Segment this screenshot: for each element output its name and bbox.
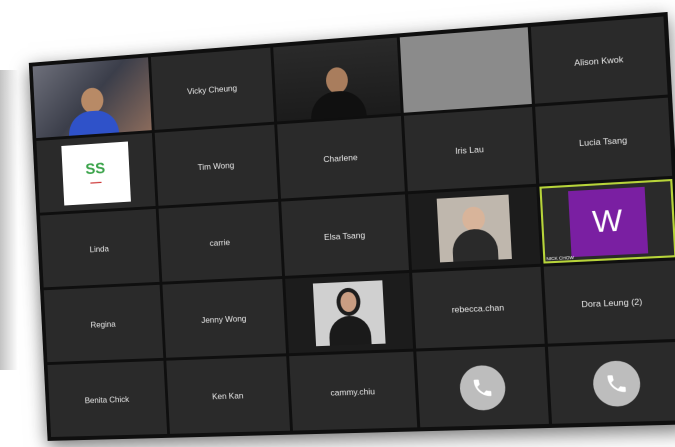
phone-icon	[458, 364, 506, 411]
participant-tile-nick-active[interactable]: W NICK CHOW	[539, 178, 675, 264]
participant-tile-phone-1[interactable]	[416, 346, 549, 428]
participant-tile-jenny[interactable]: Jenny Wong	[162, 278, 287, 358]
participant-tile-video-1[interactable]	[32, 57, 152, 139]
participant-tile-linda[interactable]: Linda	[40, 208, 160, 288]
participant-video-person	[308, 61, 367, 120]
participant-name: rebecca.chan	[451, 301, 505, 315]
participant-head	[80, 87, 104, 114]
participant-tile-elsa[interactable]: Elsa Tsang	[281, 194, 409, 276]
participant-name: Vicky Cheung	[186, 82, 238, 96]
participant-body	[451, 227, 499, 263]
participant-body	[327, 315, 372, 347]
participant-name: Linda	[89, 243, 110, 254]
participant-tile-video-off[interactable]	[399, 27, 532, 113]
participant-head	[461, 206, 486, 232]
participant-name: Elsa Tsang	[323, 229, 366, 242]
phone-icon-glyph	[606, 374, 626, 392]
participant-tile-rebecca[interactable]: rebecca.chan	[412, 266, 545, 349]
phone-icon	[591, 359, 641, 407]
participant-tile-video-2[interactable]	[273, 37, 401, 122]
participant-tile-lucia[interactable]: Lucia Tsang	[535, 97, 673, 184]
participant-tile-ken[interactable]: Ken Kan	[166, 356, 291, 434]
participant-tile-logo[interactable]: SS ▬▬▬	[36, 133, 156, 213]
participant-tile-video-3[interactable]	[408, 186, 541, 270]
participant-tile-dora[interactable]: Dora Leung (2)	[543, 260, 675, 344]
participant-tile-vicky[interactable]: Vicky Cheung	[150, 47, 275, 130]
participant-name: Ken Kan	[211, 389, 244, 401]
participant-video-person	[65, 80, 119, 136]
participant-tile-alison[interactable]: Alison Kwok	[530, 16, 668, 104]
participant-name: Lucia Tsang	[578, 134, 628, 148]
video-grid: Vicky Cheung Alison Kwok SS ▬▬▬ Tim Wong…	[28, 11, 675, 441]
photo-frame-background: Vicky Cheung Alison Kwok SS ▬▬▬ Tim Wong…	[0, 0, 675, 447]
phone-icon-glyph	[473, 378, 491, 397]
participant-name: Alison Kwok	[573, 53, 624, 68]
participant-name: cammy.chiu	[330, 385, 376, 398]
participant-tile-regina[interactable]: Regina	[43, 284, 164, 363]
participant-name: Regina	[90, 318, 116, 330]
participant-name: Iris Lau	[454, 143, 484, 156]
participant-name: Jenny Wong	[200, 312, 247, 325]
participant-name-label: NICK CHOW	[546, 254, 575, 262]
participant-tile-charlene[interactable]: Charlene	[277, 115, 405, 199]
organization-logo: SS ▬▬▬	[60, 141, 131, 206]
participant-body	[309, 89, 367, 120]
participant-name: carrie	[209, 236, 231, 248]
avatar: W	[567, 186, 648, 257]
participant-photo	[312, 280, 386, 347]
screen-shadow-edge	[0, 70, 18, 370]
participant-name: Dora Leung (2)	[581, 295, 643, 309]
participant-name: Charlene	[323, 151, 358, 164]
participant-tile-carrie[interactable]: carrie	[158, 201, 283, 282]
logo-wordmark: ▬▬▬	[90, 179, 102, 185]
participant-photo	[436, 194, 512, 263]
participant-tile-tim[interactable]: Tim Wong	[154, 124, 279, 206]
logo-mark-icon: SS	[85, 160, 106, 179]
participant-name: Benita Chick	[84, 393, 130, 405]
participant-tile-phone-2[interactable]	[547, 341, 675, 424]
participant-name: Tim Wong	[197, 159, 235, 172]
participant-tile-benita[interactable]: Benita Chick	[47, 360, 168, 438]
participant-head	[324, 66, 349, 95]
participant-tile-iris[interactable]: Iris Lau	[403, 106, 537, 192]
participant-body	[67, 109, 119, 136]
participant-tile-video-4[interactable]	[285, 273, 414, 354]
participant-tile-cammy[interactable]: cammy.chiu	[289, 351, 418, 431]
